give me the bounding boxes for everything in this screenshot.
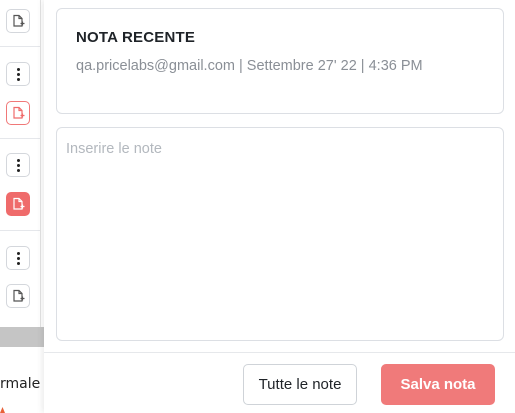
all-notes-button[interactable]: Tutte le note: [243, 364, 357, 405]
save-note-button[interactable]: Salva nota: [381, 364, 495, 405]
row-divider: [0, 230, 40, 231]
add-note-button[interactable]: [6, 9, 30, 33]
table-edge: [40, 0, 41, 327]
recent-note-card: NOTA RECENTE qa.pricelabs@gmail.com | Se…: [56, 8, 504, 114]
recent-note-meta: qa.pricelabs@gmail.com | Settembre 27' 2…: [76, 58, 423, 74]
add-note-icon: [13, 289, 25, 302]
more-vertical-icon: [16, 251, 20, 265]
row-divider: [0, 46, 40, 47]
recent-note-title: NOTA RECENTE: [76, 29, 196, 46]
background-partial-text: rmale: [0, 376, 41, 392]
notes-input[interactable]: [56, 127, 504, 341]
more-vertical-icon: [16, 158, 20, 172]
add-note-button-active[interactable]: [6, 192, 30, 216]
more-options-button[interactable]: [6, 153, 30, 177]
footer-divider: [44, 352, 515, 353]
background-table-strip: [0, 0, 44, 413]
add-note-icon: [13, 197, 25, 210]
more-options-button[interactable]: [6, 62, 30, 86]
add-note-icon: [13, 14, 25, 27]
more-options-button[interactable]: [6, 246, 30, 270]
notes-panel: NOTA RECENTE qa.pricelabs@gmail.com | Se…: [44, 0, 515, 413]
more-vertical-icon: [16, 67, 20, 81]
add-note-button[interactable]: [6, 284, 30, 308]
row-divider: [0, 138, 40, 139]
add-note-icon: [13, 106, 25, 119]
horizontal-scrollbar[interactable]: [0, 327, 44, 347]
add-note-button[interactable]: [6, 101, 30, 125]
